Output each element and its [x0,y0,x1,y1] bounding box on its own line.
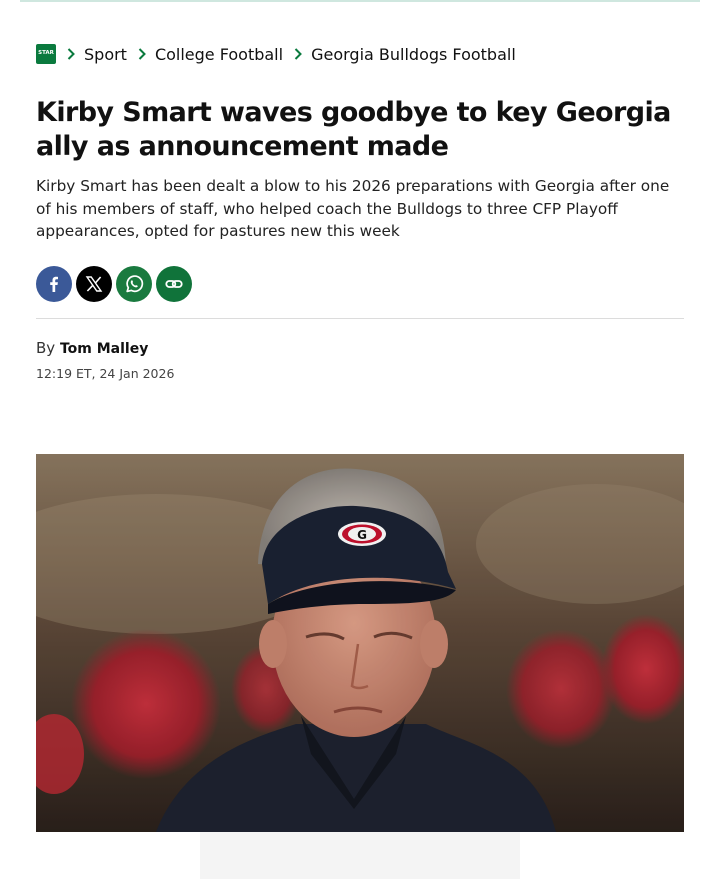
chevron-right-icon [138,48,146,60]
hero-photo-illustration: G [36,454,684,832]
breadcrumb-item-college-football[interactable]: College Football [127,45,283,64]
share-bar [36,266,192,302]
hero-image: G [36,454,684,832]
ad-slot [200,832,520,879]
site-logo[interactable]: STAR [36,44,56,64]
link-icon [165,280,183,288]
breadcrumb-item-georgia-bulldogs-football[interactable]: Georgia Bulldogs Football [283,45,516,64]
share-x-button[interactable] [76,266,112,302]
byline: By Tom Malley [36,339,148,357]
site-logo-text: STAR [38,50,54,57]
chevron-right-icon [294,48,302,60]
breadcrumb: STAR Sport College Football Georgia Bull… [36,44,516,64]
byline-divider [36,318,684,319]
breadcrumb-label: College Football [154,44,284,64]
article-standfirst: Kirby Smart has been dealt a blow to his… [36,177,670,240]
breadcrumb-label: Georgia Bulldogs Football [311,44,516,64]
whatsapp-icon [126,275,144,293]
article-headline: Kirby Smart waves goodbye to key Georgia… [36,97,671,162]
author-link[interactable]: Tom Malley [60,341,148,357]
share-whatsapp-button[interactable] [116,266,152,302]
share-facebook-button[interactable] [36,266,72,302]
breadcrumb-label: Sport [84,44,127,64]
x-icon [85,276,103,292]
top-accent-bar [20,0,700,2]
facebook-icon [50,276,58,292]
breadcrumb-item-sport[interactable]: Sport [56,45,127,64]
chevron-right-icon [67,48,75,60]
byline-prefix: By [36,339,56,357]
copy-link-button[interactable] [156,266,192,302]
publish-timestamp: 12:19 ET, 24 Jan 2026 [36,366,175,381]
